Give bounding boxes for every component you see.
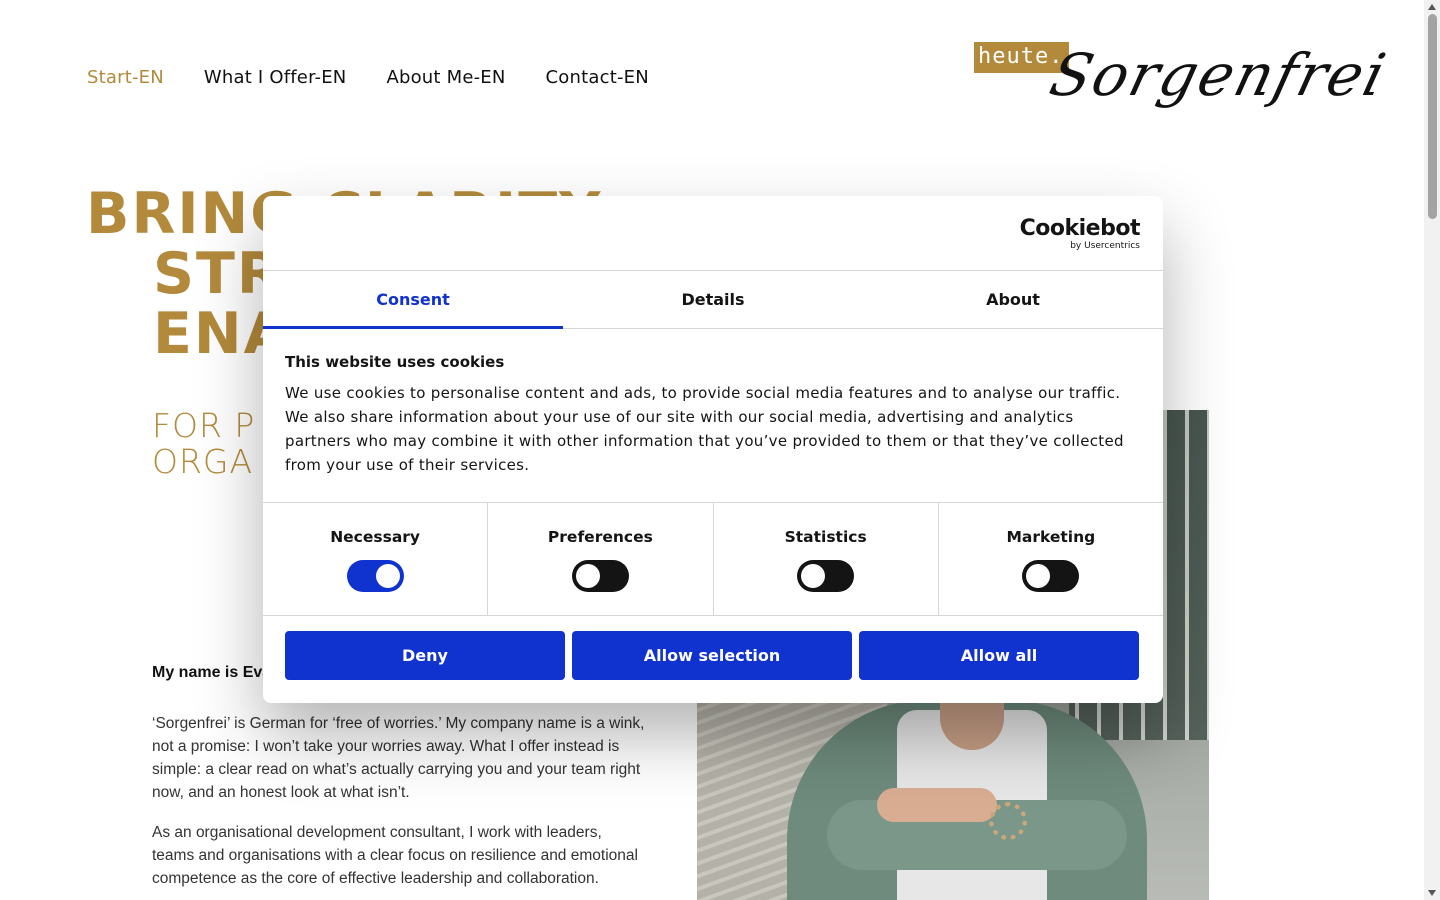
intro-name: My name is Eva: [152, 664, 272, 681]
marketing-toggle[interactable]: [1022, 560, 1080, 592]
photo-bracelet: [989, 802, 1027, 840]
toggle-cell-statistics: Statistics: [714, 503, 939, 615]
intro-paragraph-2: As an organisational development consult…: [152, 824, 638, 887]
cookie-consent-dialog: Cookiebot by Usercentrics Consent Detail…: [263, 196, 1163, 703]
cookiebot-byline: by Usercentrics: [1070, 241, 1140, 251]
nav-item-what-i-offer[interactable]: What I Offer-EN: [204, 66, 347, 90]
nav-item-contact[interactable]: Contact-EN: [546, 66, 649, 90]
toggle-label-marketing: Marketing: [1006, 528, 1096, 546]
nav-item-start[interactable]: Start-EN: [87, 66, 164, 90]
allow-selection-button[interactable]: Allow selection: [572, 631, 852, 680]
dialog-tabs: Consent Details About: [263, 271, 1163, 329]
dialog-body: This website uses cookies We use cookies…: [263, 329, 1163, 503]
necessary-toggle[interactable]: [346, 560, 404, 592]
toggle-label-necessary: Necessary: [330, 528, 421, 546]
cookiebot-logo: Cookiebot by Usercentrics: [1019, 216, 1141, 252]
toggle-knob: [575, 564, 600, 588]
hero-subheading-line1: FOR P: [152, 406, 256, 445]
toggle-knob: [1026, 564, 1051, 588]
tab-about[interactable]: About: [863, 271, 1163, 328]
intro-paragraph-1: ‘Sorgenfrei’ is German for ‘free of worr…: [152, 715, 645, 801]
tab-details[interactable]: Details: [563, 271, 863, 328]
main-nav: Start-EN What I Offer-EN About Me-EN Con…: [87, 66, 649, 90]
allow-all-button[interactable]: Allow all: [859, 631, 1139, 680]
dialog-header: Cookiebot by Usercentrics: [263, 196, 1163, 271]
toggle-knob: [375, 564, 400, 588]
dialog-description: We use cookies to personalise content an…: [285, 384, 1124, 474]
toggle-label-preferences: Preferences: [547, 528, 653, 546]
hero-subheading-line2: ORGA: [152, 442, 254, 481]
cookiebot-wordmark: Cookiebot: [1019, 216, 1141, 241]
dialog-title: This website uses cookies: [285, 353, 505, 371]
scroll-down-arrow-icon[interactable]: [1428, 890, 1436, 896]
site-logo[interactable]: heute. Sorgenfrei: [972, 28, 1394, 132]
hero-subheading: FOR P ORGA: [152, 408, 255, 480]
statistics-toggle[interactable]: [797, 560, 855, 592]
toggle-cell-marketing: Marketing: [939, 503, 1163, 615]
toggle-cell-preferences: Preferences: [488, 503, 714, 615]
toggle-knob: [801, 564, 826, 588]
dialog-buttons: Deny Allow selection Allow all: [263, 616, 1163, 680]
scroll-up-arrow-icon[interactable]: [1428, 4, 1436, 10]
deny-button[interactable]: Deny: [285, 631, 565, 680]
logo-badge-text: heute.: [978, 44, 1064, 69]
cookie-category-toggles: Necessary Preferences Statistics Marketi…: [263, 503, 1163, 616]
logo-script-text: Sorgenfrei: [1043, 41, 1394, 109]
tab-consent[interactable]: Consent: [263, 271, 563, 329]
toggle-label-statistics: Statistics: [784, 528, 867, 546]
preferences-toggle[interactable]: [571, 560, 629, 592]
page-scrollbar[interactable]: [1424, 0, 1440, 900]
photo-hand: [877, 788, 997, 822]
toggle-cell-necessary: Necessary: [263, 503, 489, 615]
scroll-thumb[interactable]: [1428, 14, 1437, 219]
nav-item-about-me[interactable]: About Me-EN: [386, 66, 505, 90]
